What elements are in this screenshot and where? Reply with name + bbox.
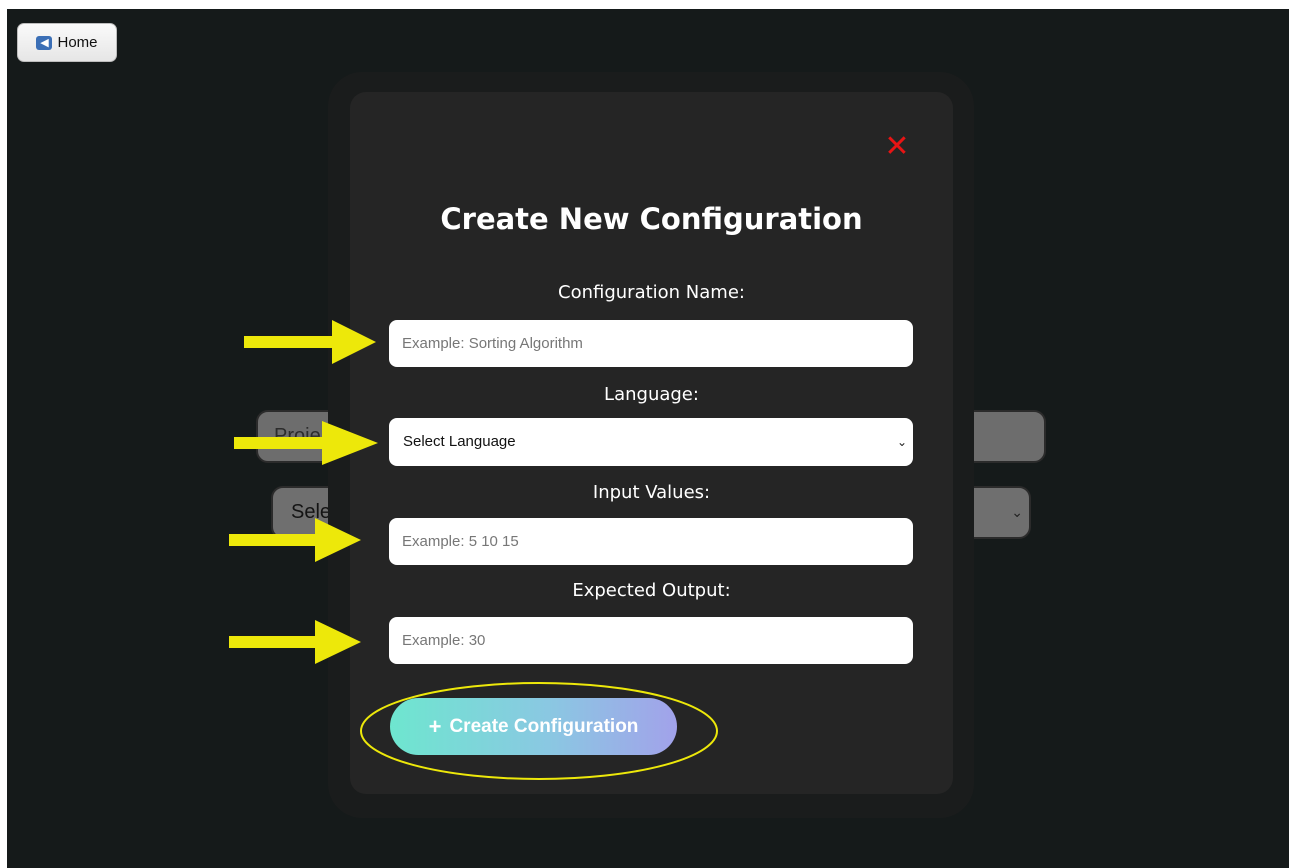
language-select-value: Select Language bbox=[403, 433, 516, 450]
annotation-arrow-icon bbox=[229, 518, 361, 562]
annotation-highlight-ellipse bbox=[360, 682, 718, 780]
annotation-arrow-icon bbox=[229, 620, 361, 664]
input-values-input[interactable] bbox=[389, 518, 913, 565]
language-label: Language: bbox=[604, 384, 699, 405]
expected-output-input[interactable] bbox=[389, 617, 913, 664]
chevron-down-icon: ⌄ bbox=[896, 435, 907, 449]
chevron-down-icon: ⌄ bbox=[1011, 504, 1023, 520]
close-icon[interactable]: ✕ bbox=[880, 130, 914, 164]
expected-output-label: Expected Output: bbox=[572, 580, 731, 601]
config-name-input[interactable] bbox=[389, 320, 913, 367]
input-values-label: Input Values: bbox=[592, 482, 711, 503]
home-button-label: Home bbox=[57, 34, 98, 51]
language-select[interactable]: Select Language ⌄ bbox=[389, 418, 913, 466]
config-name-label: Configuration Name: bbox=[558, 282, 745, 303]
annotation-arrow-icon bbox=[244, 320, 376, 364]
modal-title: Create New Configuration bbox=[440, 202, 863, 236]
home-button[interactable]: ◀ Home bbox=[17, 23, 117, 62]
back-arrow-icon: ◀ bbox=[36, 35, 53, 50]
annotation-arrow-icon bbox=[234, 421, 378, 465]
